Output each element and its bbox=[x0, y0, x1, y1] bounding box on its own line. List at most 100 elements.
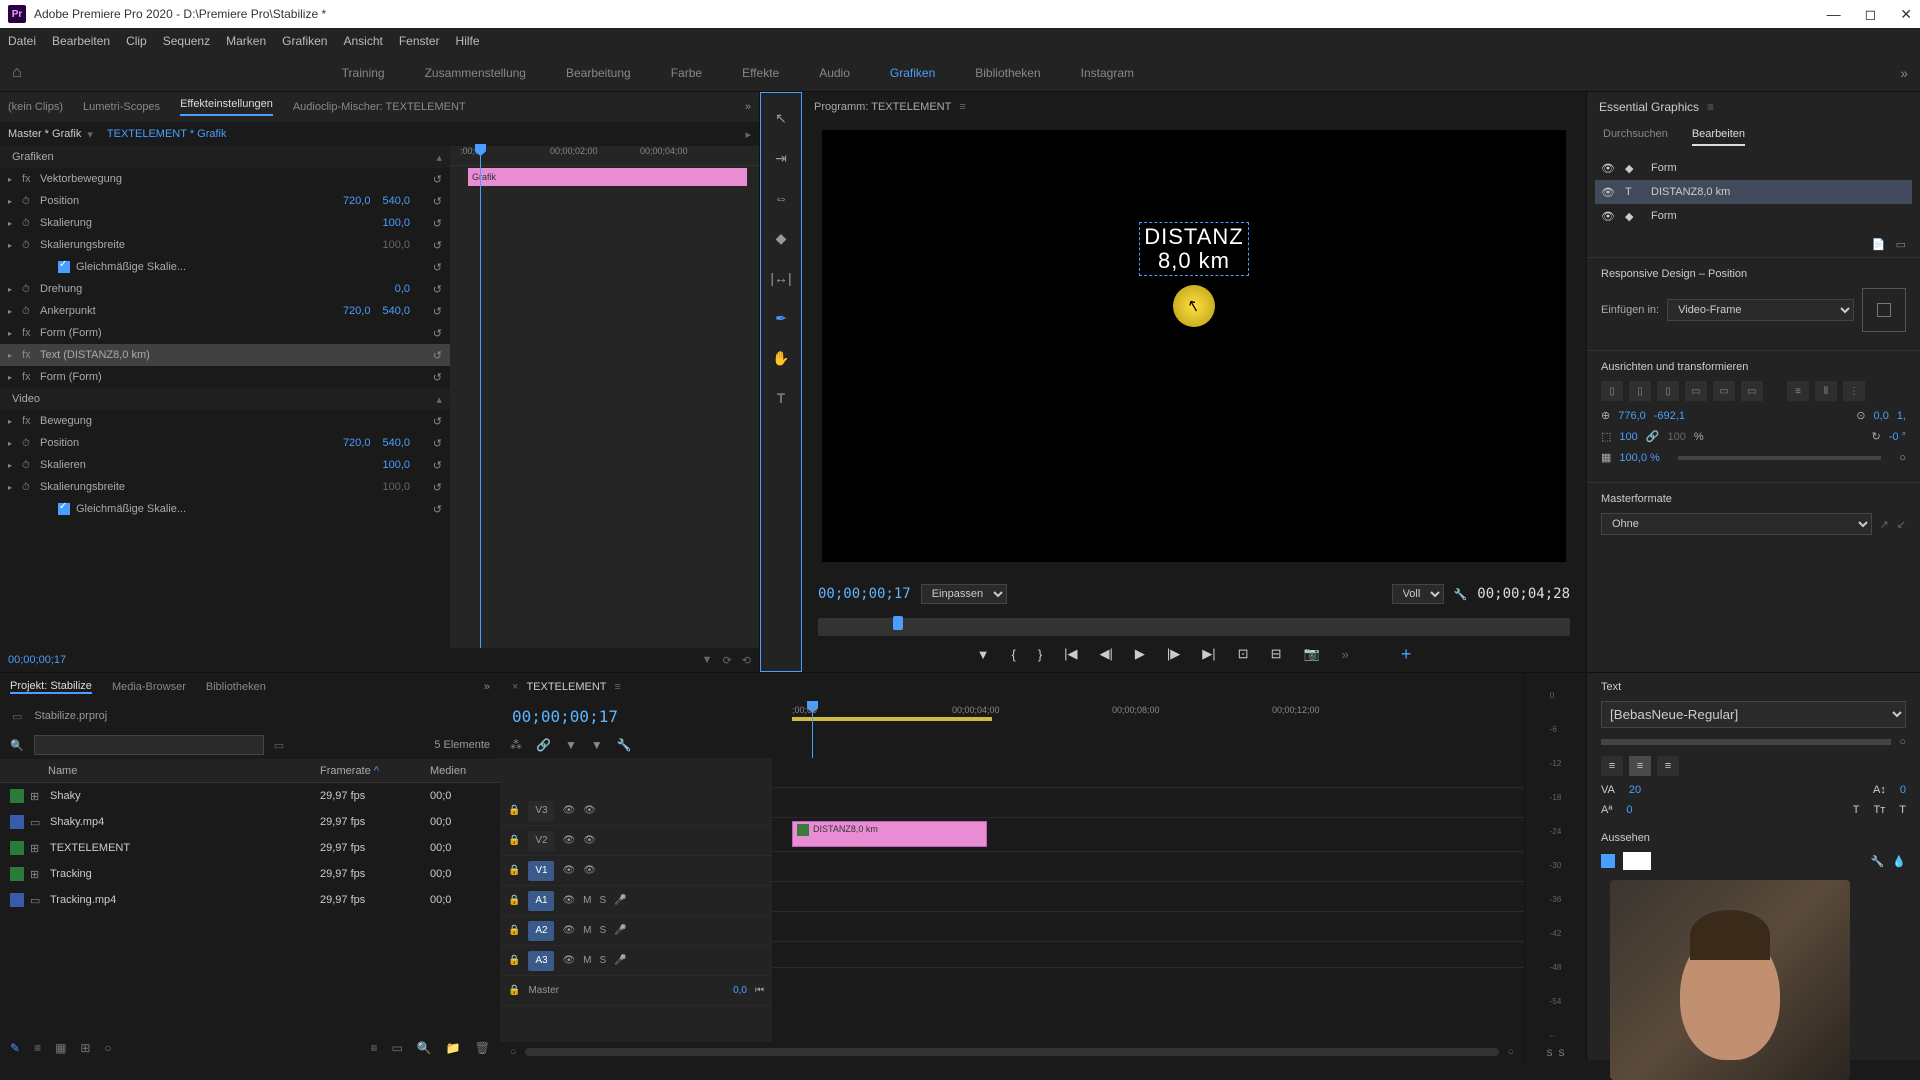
effect-timecode[interactable]: 00;00;00;17 bbox=[8, 654, 66, 666]
mark-in-button[interactable]: { bbox=[1011, 647, 1015, 662]
trash-icon[interactable]: 🗑 bbox=[475, 1041, 490, 1055]
panel-menu-icon[interactable]: ≡ bbox=[959, 101, 965, 113]
zoom-out-icon[interactable]: ○ bbox=[510, 1046, 517, 1058]
program-viewport[interactable]: DISTANZ 8,0 km bbox=[822, 130, 1566, 562]
step-back-icon[interactable]: ◀| bbox=[1100, 646, 1113, 662]
track-head-v3[interactable]: 🔒V3👁👁 bbox=[500, 796, 772, 826]
fill-checkbox[interactable] bbox=[1601, 854, 1615, 868]
col-name[interactable]: Name bbox=[44, 765, 320, 777]
project-item[interactable]: ▭Tracking.mp429,97 fps00;0 bbox=[0, 887, 500, 913]
effect-prop-row[interactable]: ▸⏱Position720,0540,0↺ bbox=[0, 432, 450, 454]
linked-selection-icon[interactable]: 🔗 bbox=[536, 738, 551, 752]
export-frame-icon[interactable]: 📷 bbox=[1303, 646, 1319, 662]
timeline-scrollbar[interactable] bbox=[525, 1048, 1500, 1056]
eg-tab-bearbeiten[interactable]: Bearbeiten bbox=[1692, 128, 1745, 146]
tracking-val[interactable]: 20 bbox=[1629, 784, 1641, 796]
play-button[interactable]: ▶ bbox=[1135, 646, 1145, 662]
menu-bearbeiten[interactable]: Bearbeiten bbox=[52, 34, 110, 48]
pos-x[interactable]: 776,0 bbox=[1618, 410, 1646, 422]
align-bottom-icon[interactable]: ▭ bbox=[1741, 381, 1763, 401]
mark-in-icon[interactable]: ▼ bbox=[977, 647, 990, 662]
workspace-tab-audio[interactable]: Audio bbox=[819, 66, 850, 80]
track-head-v2[interactable]: 🔒V2👁👁 bbox=[500, 826, 772, 856]
pen-tool-icon[interactable]: ✒ bbox=[770, 307, 792, 329]
workspace-tab-bearbeitung[interactable]: Bearbeitung bbox=[566, 66, 631, 80]
ec-tab[interactable]: Lumetri-Scopes bbox=[83, 101, 160, 113]
effect-prop-row[interactable]: ▸fxForm (Form)↺ bbox=[0, 322, 450, 344]
filter-icon[interactable]: ▼ bbox=[702, 654, 713, 667]
ec-tab[interactable]: (kein Clips) bbox=[8, 101, 63, 113]
eg-tab-durchsuchen[interactable]: Durchsuchen bbox=[1603, 128, 1668, 146]
effect-prop-row[interactable]: ▸fxForm (Form)↺ bbox=[0, 366, 450, 388]
close-seq-icon[interactable]: × bbox=[512, 681, 518, 693]
selection-tool-icon[interactable]: ↖ bbox=[770, 107, 792, 129]
align-center-text-icon[interactable]: ≡ bbox=[1629, 756, 1651, 776]
razor-tool-icon[interactable]: ◆ bbox=[770, 227, 792, 249]
eg-layer[interactable]: 👁◆Form bbox=[1595, 156, 1912, 180]
scale-val[interactable]: 100 bbox=[1619, 431, 1637, 443]
zoom-slider[interactable]: ○ bbox=[104, 1041, 111, 1055]
ec-tab[interactable]: Audioclip-Mischer: TEXTELEMENT bbox=[293, 101, 466, 113]
track-head-master[interactable]: 🔒Master0,0⏮ bbox=[500, 976, 772, 1006]
seq-menu-icon[interactable]: ≡ bbox=[615, 681, 621, 693]
timeline-ruler[interactable]: ;00;0000;00;04;0000;00;08;0000;00;12;00 bbox=[772, 701, 1524, 725]
distribute-3-icon[interactable]: ⋮ bbox=[1843, 381, 1865, 401]
project-tab[interactable]: Bibliotheken bbox=[206, 681, 266, 693]
sequence-name[interactable]: TEXTELEMENT bbox=[526, 681, 606, 693]
solo-left[interactable]: S bbox=[1546, 1048, 1552, 1058]
go-to-out-icon[interactable]: ▶| bbox=[1202, 646, 1215, 662]
search-input[interactable] bbox=[34, 735, 264, 755]
bin-icon[interactable]: ▭ bbox=[12, 710, 22, 723]
program-scrubber[interactable] bbox=[818, 618, 1570, 636]
pos-y[interactable]: -692,1 bbox=[1654, 410, 1685, 422]
caps-icon[interactable]: T bbox=[1853, 804, 1860, 816]
keyframe-clip-bar[interactable]: Grafik bbox=[468, 168, 747, 186]
icon-view-icon[interactable]: ▦ bbox=[55, 1041, 66, 1055]
effect-prop-row[interactable]: ▸⏱Position720,0540,0↺ bbox=[0, 190, 450, 212]
distribute-v-icon[interactable]: ⫴ bbox=[1815, 381, 1837, 401]
close-button[interactable]: ✕ bbox=[1900, 6, 1912, 23]
project-item[interactable]: ▭Shaky.mp429,97 fps00;0 bbox=[0, 809, 500, 835]
settings-icon[interactable]: ⟲ bbox=[742, 654, 751, 667]
pin-dropdown[interactable]: Video-Frame bbox=[1667, 299, 1854, 321]
workspace-tab-grafiken[interactable]: Grafiken bbox=[890, 66, 935, 80]
link-icon[interactable]: 🔗 bbox=[1646, 430, 1660, 443]
ripple-tool-icon[interactable]: ⇔ bbox=[770, 187, 792, 209]
col-media[interactable]: Medien bbox=[430, 765, 500, 777]
effect-prop-row[interactable]: ▸⏱Drehung0,0↺ bbox=[0, 278, 450, 300]
scrubber-playhead[interactable] bbox=[893, 616, 903, 630]
zoom-in-icon[interactable]: ○ bbox=[1507, 1046, 1514, 1058]
clip-label[interactable]: TEXTELEMENT * Grafik bbox=[107, 128, 227, 140]
workspace-tab-instagram[interactable]: Instagram bbox=[1081, 66, 1134, 80]
maximize-button[interactable]: ◻ bbox=[1865, 6, 1877, 23]
effect-prop-row[interactable]: ▸⏱Skalierungsbreite100,0↺ bbox=[0, 476, 450, 498]
automate-icon[interactable]: ▭ bbox=[392, 1041, 403, 1055]
work-area-bar[interactable] bbox=[792, 717, 992, 721]
project-item[interactable]: ⊞Tracking29,97 fps00;0 bbox=[0, 861, 500, 887]
workspace-tab-zusammenstellung[interactable]: Zusammenstellung bbox=[425, 66, 526, 80]
slip-tool-icon[interactable]: |↔| bbox=[770, 267, 792, 289]
project-tab[interactable]: Projekt: Stabilize bbox=[10, 680, 92, 694]
opacity-keyframe-icon[interactable]: ○ bbox=[1899, 452, 1906, 464]
menu-hilfe[interactable]: Hilfe bbox=[456, 34, 480, 48]
lift-icon[interactable]: ⊡ bbox=[1238, 646, 1249, 662]
fill-color-swatch[interactable] bbox=[1623, 852, 1651, 870]
rotation-val[interactable]: -0 ° bbox=[1889, 431, 1906, 443]
timeline-clip[interactable]: DISTANZ8,0 km bbox=[792, 821, 987, 847]
new-item-icon[interactable]: ✎ bbox=[10, 1041, 20, 1055]
eg-layer[interactable]: 👁◆Form bbox=[1595, 204, 1912, 228]
new-layer-icon[interactable]: 📄 bbox=[1872, 238, 1886, 251]
minimize-button[interactable]: — bbox=[1827, 6, 1841, 23]
effect-prop-row[interactable]: ▸fxText (DISTANZ8,0 km)↺ bbox=[0, 344, 450, 366]
master-format-dropdown[interactable]: Ohne bbox=[1601, 513, 1872, 535]
track-head-a3[interactable]: 🔒A3👁MS🎤 bbox=[500, 946, 772, 976]
leading-val[interactable]: 0 bbox=[1900, 784, 1906, 796]
sort-icon[interactable]: ≡ bbox=[371, 1041, 378, 1055]
track-head-a2[interactable]: 🔒A2👁MS🎤 bbox=[500, 916, 772, 946]
panel-overflow-icon[interactable]: » bbox=[484, 681, 490, 693]
project-tab[interactable]: Media-Browser bbox=[112, 681, 186, 693]
menu-clip[interactable]: Clip bbox=[126, 34, 147, 48]
track-head-a1[interactable]: 🔒A1👁MS🎤 bbox=[500, 886, 772, 916]
freeform-view-icon[interactable]: ⊞ bbox=[80, 1041, 90, 1055]
distribute-h-icon[interactable]: ≡ bbox=[1787, 381, 1809, 401]
